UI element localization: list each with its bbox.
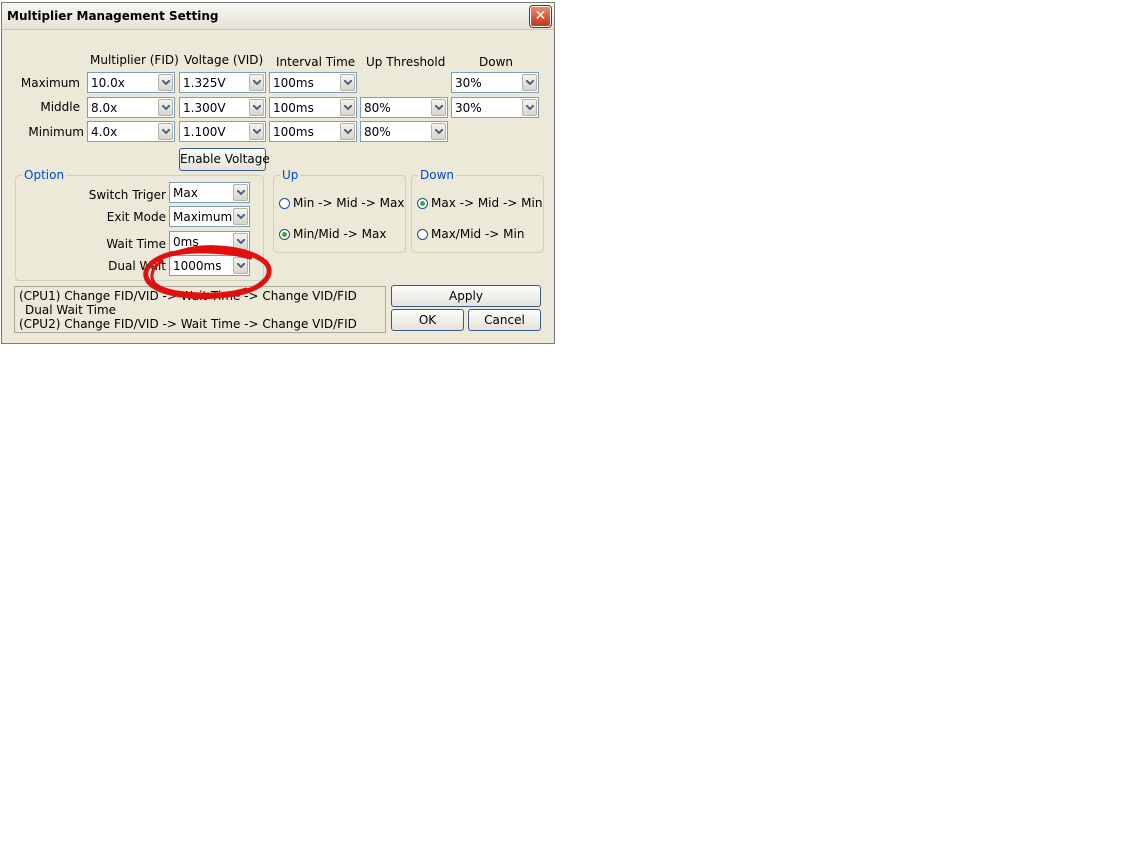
chevron-down-icon[interactable]	[249, 99, 264, 116]
chevron-down-icon[interactable]	[340, 123, 355, 140]
info-line-dual-wait: Dual Wait Time	[25, 303, 117, 317]
exit-mode-label: Exit Mode	[106, 210, 166, 224]
mid-interval-select[interactable]: 100ms	[269, 97, 357, 118]
chevron-down-icon[interactable]	[522, 74, 537, 91]
chevron-down-icon[interactable]	[249, 123, 264, 140]
max-down-select[interactable]: 30%	[451, 72, 539, 93]
up-radio-sequential[interactable]: Min -> Mid -> Max	[279, 196, 404, 210]
chevron-down-icon[interactable]	[431, 123, 446, 140]
mid-down-select[interactable]: 30%	[451, 97, 539, 118]
enable-voltage-button[interactable]: Enable Voltage	[179, 148, 270, 171]
row-label-maximum: Maximum	[20, 76, 80, 90]
chevron-down-icon[interactable]	[522, 99, 537, 116]
ok-button[interactable]: OK	[391, 309, 464, 331]
radio-selected-icon	[279, 229, 290, 240]
mid-up-select[interactable]: 80%	[360, 97, 448, 118]
header-down: Down	[479, 55, 514, 69]
max-interval-select[interactable]: 100ms	[269, 72, 357, 93]
cancel-button[interactable]: Cancel	[468, 309, 541, 331]
min-fid-select[interactable]: 4.0x	[87, 121, 175, 142]
mid-fid-select[interactable]: 8.0x	[87, 97, 175, 118]
row-label-middle: Middle	[40, 100, 80, 114]
min-interval-select[interactable]: 100ms	[269, 121, 357, 142]
chevron-down-icon[interactable]	[340, 74, 355, 91]
max-vid-select[interactable]: 1.325V	[179, 72, 266, 93]
max-fid-select[interactable]: 10.0x	[87, 72, 175, 93]
close-icon: ✕	[534, 8, 547, 24]
chevron-down-icon[interactable]	[158, 74, 173, 91]
apply-button[interactable]: Apply	[391, 285, 541, 307]
chevron-down-icon[interactable]	[233, 184, 248, 201]
switch-trigger-label: Switch Triger	[88, 188, 166, 202]
up-group-title: Up	[280, 168, 301, 182]
header-multiplier: Multiplier (FID)	[90, 53, 179, 67]
option-group-title: Option	[22, 168, 67, 182]
down-radio-direct[interactable]: Max/Mid -> Min	[417, 227, 524, 241]
up-radio-direct[interactable]: Min/Mid -> Max	[279, 227, 386, 241]
dialog-window: Multiplier Management Setting ✕ Multipli…	[1, 2, 555, 344]
annotation-circle	[143, 245, 272, 299]
header-interval: Interval Time	[276, 55, 356, 69]
radio-selected-icon	[417, 198, 428, 209]
chevron-down-icon[interactable]	[158, 99, 173, 116]
chevron-down-icon[interactable]	[340, 99, 355, 116]
chevron-down-icon[interactable]	[249, 74, 264, 91]
header-up-threshold: Up Threshold	[366, 55, 446, 69]
close-button[interactable]: ✕	[529, 5, 552, 28]
info-line-cpu2: (CPU2) Change FID/VID -> Wait Time -> Ch…	[19, 317, 357, 331]
down-radio-sequential[interactable]: Max -> Mid -> Min	[417, 196, 542, 210]
min-vid-select[interactable]: 1.100V	[179, 121, 266, 142]
switch-trigger-select[interactable]: Max	[169, 182, 250, 203]
title-bar[interactable]: Multiplier Management Setting ✕	[2, 3, 554, 30]
chevron-down-icon[interactable]	[233, 208, 248, 225]
window-title: Multiplier Management Setting	[7, 9, 219, 23]
mid-vid-select[interactable]: 1.300V	[179, 97, 266, 118]
min-up-select[interactable]: 80%	[360, 121, 448, 142]
chevron-down-icon[interactable]	[158, 123, 173, 140]
down-group-title: Down	[418, 168, 457, 182]
up-group: Up	[273, 168, 406, 253]
row-label-minimum: Minimum	[28, 125, 84, 139]
down-group: Down	[411, 168, 544, 253]
radio-icon	[417, 229, 428, 240]
chevron-down-icon[interactable]	[431, 99, 446, 116]
header-voltage: Voltage (VID)	[184, 53, 264, 67]
radio-icon	[279, 198, 290, 209]
exit-mode-select[interactable]: Maximum	[169, 206, 250, 227]
